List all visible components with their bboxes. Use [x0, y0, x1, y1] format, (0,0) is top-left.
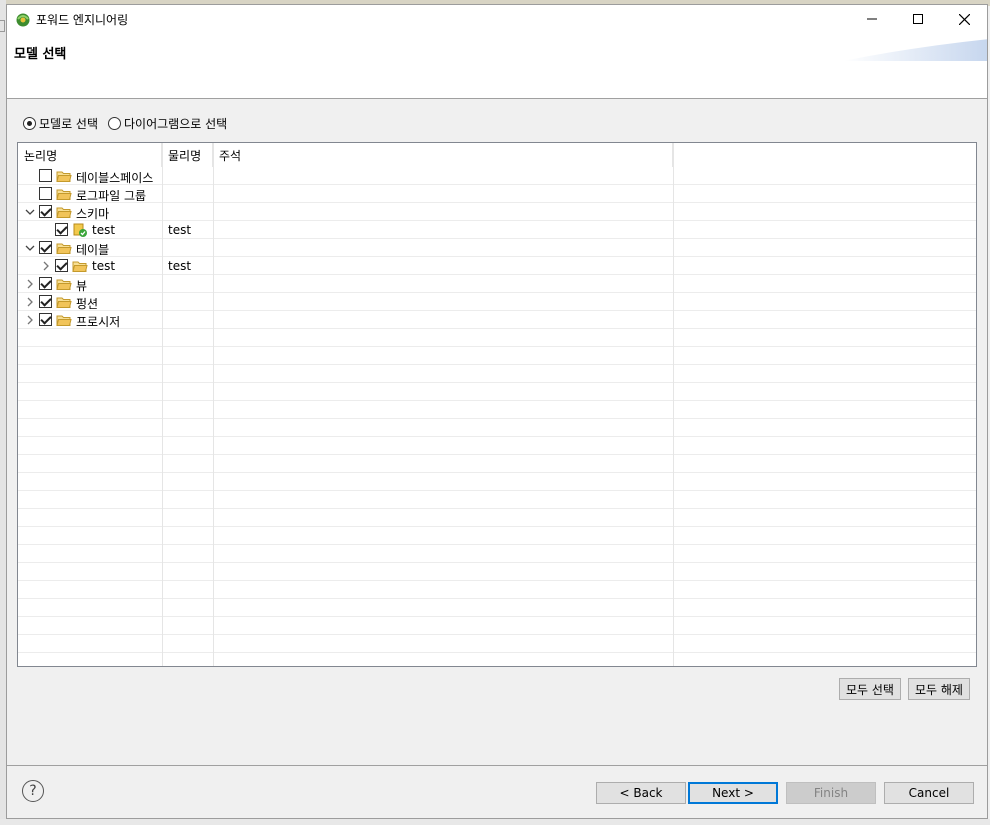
maximize-icon [913, 14, 923, 24]
wizard-banner: 모델 선택 [7, 33, 987, 99]
tree-checkbox[interactable] [39, 295, 52, 308]
tree-checkbox[interactable] [39, 169, 52, 182]
radio-indicator[interactable] [23, 116, 36, 130]
model-tree-table[interactable]: 논리명 물리명 주석 테이블스페이스로그파일 그룹스키마 test test 테이블 t… [17, 142, 977, 667]
back-button[interactable]: < Back [596, 782, 686, 804]
cancel-button[interactable]: Cancel [884, 782, 974, 804]
folder-icon [56, 279, 72, 290]
banner-decoration-icon [843, 39, 987, 61]
folder-icon [56, 243, 72, 254]
column-label: 논리명 [24, 149, 58, 163]
column-divider [673, 143, 674, 666]
tree-checkbox[interactable] [55, 259, 68, 272]
column-label: 주석 [219, 149, 242, 163]
background-mark [0, 20, 5, 32]
column-comment[interactable]: 주석 [213, 143, 673, 167]
folder-icon [56, 189, 72, 200]
tree-checkbox[interactable] [39, 205, 52, 218]
folder-icon [72, 261, 88, 272]
close-button[interactable] [941, 5, 987, 33]
tree-checkbox[interactable] [55, 223, 68, 236]
tree-physical-name: test [168, 223, 192, 237]
background-bottom-edge [0, 819, 990, 825]
radio-label: 모델로 선택 [39, 116, 99, 131]
tree-logical-name: 프로시저 [76, 315, 121, 329]
tree-logical-name: test [92, 223, 116, 237]
chevron-right-icon[interactable] [40, 260, 52, 272]
tree-checkbox[interactable] [39, 187, 52, 200]
radio-select-by-model[interactable]: 모델로 선택 [23, 115, 98, 132]
app-logo-icon [16, 13, 30, 27]
chevron-right-icon[interactable] [24, 314, 36, 326]
column-physical-name[interactable]: 물리명 [162, 143, 213, 167]
help-icon[interactable]: ? [22, 780, 44, 802]
column-logical-name[interactable]: 논리명 [18, 143, 162, 167]
deselect-all-button[interactable]: 모두 해제 [908, 678, 970, 700]
tree-checkbox[interactable] [39, 241, 52, 254]
title-bar[interactable]: 포워드 엔지니어링 [7, 5, 987, 33]
tree-logical-name: 테이블 [76, 243, 110, 257]
finish-button[interactable]: Finish [786, 782, 876, 804]
tree-logical-name: 펑션 [76, 297, 99, 311]
folder-icon [56, 171, 72, 182]
tree-checkbox[interactable] [39, 313, 52, 326]
forward-engineering-dialog: 포워드 엔지니어링 모델 선택 모델로 선택 다이어그램으로 선택 논리명 물리… [6, 4, 988, 819]
column-label: 물리명 [168, 149, 202, 163]
folder-icon [56, 297, 72, 308]
selection-mode-group: 모델로 선택 다이어그램으로 선택 [23, 114, 237, 132]
column-divider [162, 143, 163, 666]
next-button[interactable]: Next > [688, 782, 778, 804]
maximize-button[interactable] [895, 5, 941, 33]
minimize-button[interactable] [849, 5, 895, 33]
tree-physical-name: test [168, 259, 192, 273]
close-icon [958, 13, 970, 25]
tree-logical-name: 로그파일 그룹 [76, 189, 147, 203]
page-title: 모델 선택 [14, 47, 67, 62]
tree-logical-name: test [92, 259, 116, 273]
minimize-icon [867, 18, 877, 20]
folder-icon [56, 315, 72, 326]
chevron-right-icon[interactable] [24, 278, 36, 290]
chevron-down-icon[interactable] [24, 242, 36, 254]
select-all-button[interactable]: 모두 선택 [839, 678, 901, 700]
radio-label: 다이어그램으로 선택 [124, 116, 228, 131]
tree-logical-name: 스키마 [76, 207, 110, 221]
radio-select-by-diagram[interactable]: 다이어그램으로 선택 [108, 115, 227, 132]
schema-icon [73, 223, 87, 237]
tree-checkbox[interactable] [39, 277, 52, 290]
footer-separator [7, 765, 987, 766]
chevron-right-icon[interactable] [24, 296, 36, 308]
folder-icon [56, 207, 72, 218]
chevron-down-icon[interactable] [24, 206, 36, 218]
window-title: 포워드 엔지니어링 [36, 13, 129, 27]
tree-logical-name: 뷰 [76, 279, 88, 293]
radio-indicator[interactable] [108, 116, 122, 130]
tree-logical-name: 테이블스페이스 [76, 171, 154, 185]
column-divider [213, 143, 214, 666]
